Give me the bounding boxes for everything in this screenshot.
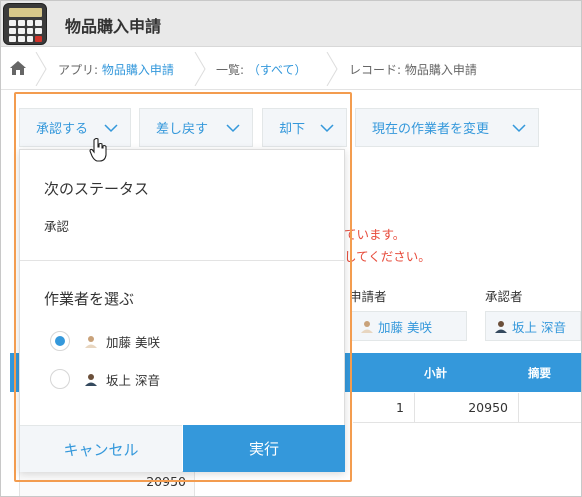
chevron-down-icon xyxy=(320,124,334,133)
chevron-down-icon xyxy=(512,124,526,133)
radio-button-checked[interactable] xyxy=(50,331,70,351)
app-header: 物品購入申請 xyxy=(1,1,581,47)
approve-dropdown-panel: 次のステータス 承認 作業者を選ぶ 加藤 美咲 坂上 深音 キャンセル 実行 xyxy=(19,149,345,472)
error-message-line1: ています。 xyxy=(344,227,406,242)
next-status-heading: 次のステータス xyxy=(44,180,150,198)
assignee-option[interactable]: 坂上 深音 xyxy=(50,368,160,390)
breadcrumb-list-prefix: 一覧: xyxy=(216,63,248,77)
breadcrumb: アプリ: 物品購入申請 一覧: （すべて） レコード: 物品購入申請 xyxy=(1,48,581,90)
app-calculator-icon[interactable] xyxy=(3,3,47,45)
avatar-icon xyxy=(495,321,507,333)
breadcrumb-separator-icon xyxy=(326,52,338,86)
assignee-option-name: 坂上 深音 xyxy=(106,372,160,388)
breadcrumb-app-prefix: アプリ: xyxy=(58,63,102,77)
breadcrumb-separator-icon xyxy=(35,52,47,86)
app-title: 物品購入申請 xyxy=(65,17,162,36)
assignee-option-name: 加藤 美咲 xyxy=(106,334,160,350)
breadcrumb-separator-icon xyxy=(194,52,206,86)
return-button-label: 差し戻す xyxy=(156,122,209,137)
reject-button-label: 却下 xyxy=(279,122,306,137)
applicant-label: 申請者 xyxy=(349,289,387,304)
approve-button[interactable]: 承認する xyxy=(19,108,131,147)
breadcrumb-app: アプリ: 物品購入申請 xyxy=(58,61,174,78)
assignee-option[interactable]: 加藤 美咲 xyxy=(50,330,160,352)
table-cell-note xyxy=(519,393,581,423)
table-header-subtotal: 小計 xyxy=(424,366,447,380)
breadcrumb-list-link[interactable]: （すべて） xyxy=(248,63,307,77)
panel-divider xyxy=(20,260,344,261)
approver-name: 坂上 深音 xyxy=(512,319,566,335)
approver-chip[interactable]: 坂上 深音 xyxy=(485,311,581,341)
next-status-value: 承認 xyxy=(44,219,70,234)
approve-button-label: 承認する xyxy=(36,122,89,137)
hand-cursor-icon xyxy=(89,138,107,162)
return-button[interactable]: 差し戻す xyxy=(139,108,253,147)
error-message-line2: してください。 xyxy=(344,249,431,264)
change-assignee-button[interactable]: 現在の作業者を変更 xyxy=(355,108,539,147)
radio-button[interactable] xyxy=(50,369,70,389)
change-assignee-label: 現在の作業者を変更 xyxy=(372,122,490,137)
avatar-icon xyxy=(85,374,97,386)
chevron-down-icon xyxy=(226,124,240,133)
reject-button[interactable]: 却下 xyxy=(262,108,347,147)
avatar-icon xyxy=(85,336,97,348)
execute-button[interactable]: 実行 xyxy=(183,425,345,472)
applicant-chip[interactable]: 加藤 美咲 xyxy=(351,311,467,341)
app-window: 物品購入申請 アプリ: 物品購入申請 一覧: （すべて） レコード: 物品購入申… xyxy=(0,0,582,497)
approver-label: 承認者 xyxy=(485,289,523,304)
breadcrumb-app-link[interactable]: 物品購入申請 xyxy=(102,63,174,77)
table-header-note: 摘要 xyxy=(528,366,551,380)
avatar-icon xyxy=(361,321,373,333)
chevron-down-icon xyxy=(104,124,118,133)
table-cell-subtotal: 20950 xyxy=(415,393,519,423)
table-cell-qty: 1 xyxy=(353,393,415,423)
assignee-heading: 作業者を選ぶ xyxy=(44,290,135,308)
cancel-button[interactable]: キャンセル xyxy=(20,425,182,472)
breadcrumb-list: 一覧: （すべて） xyxy=(216,61,307,78)
breadcrumb-record: レコード: 物品購入申請 xyxy=(349,63,477,77)
applicant-name: 加藤 美咲 xyxy=(378,319,432,335)
home-icon[interactable] xyxy=(10,61,26,75)
